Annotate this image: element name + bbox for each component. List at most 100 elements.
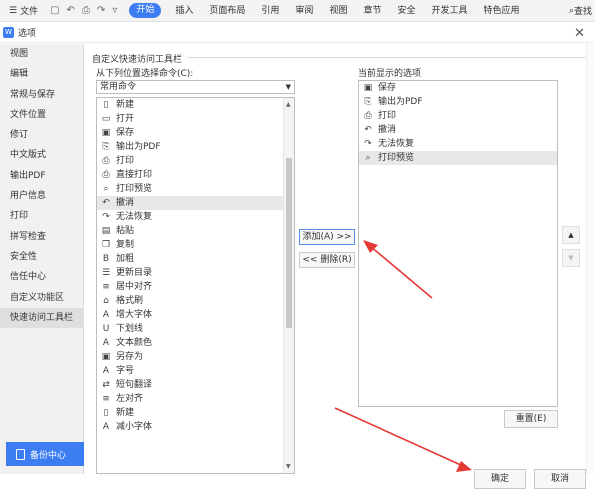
sidebar-item-4[interactable]: 修订 [0,125,83,145]
format-painter-icon: ⌂ [103,296,109,306]
command-row[interactable]: ⌕ 打印预览 [97,182,294,196]
command-row[interactable]: ↶ 撤消 [97,196,294,210]
command-row[interactable]: A 字号 [97,364,294,378]
font-color-icon: A [102,338,110,348]
print-preview-icon: ⌕ [365,153,371,163]
scroll-thumb[interactable] [286,158,292,328]
sidebar-item-3[interactable]: 文件位置 [0,105,83,125]
command-row[interactable]: ▯ 新建 [97,406,294,420]
sidebar-item-12[interactable]: 自定义功能区 [0,288,83,308]
save-as-icon: ▣ [101,352,111,362]
scroll-up-icon[interactable]: ▲ [286,101,291,108]
backup-center-button[interactable]: 备份中心 [6,442,84,466]
align-center-icon: ≡ [102,282,110,292]
print-icon[interactable]: ⎙ [82,5,90,16]
new-doc-icon: ▯ [103,408,109,418]
command-row[interactable]: ❐ 复制 [97,238,294,252]
command-row[interactable]: ▣ 保存 [97,126,294,140]
command-row[interactable]: A 减小字体 [97,420,294,434]
command-row[interactable]: ≡ 左对齐 [97,392,294,406]
ribbon-tab-7[interactable]: 安全 [389,0,423,21]
command-row[interactable]: A 增大字体 [97,308,294,322]
command-label: 新建 [116,100,135,110]
command-label: 打印 [116,156,135,166]
current-items-label: 当前显示的选项 [358,69,422,79]
app-icon: W [3,27,14,38]
sidebar-item-10[interactable]: 安全性 [0,247,83,267]
command-row[interactable]: ⎘ 输出为PDF [97,140,294,154]
scroll-down-icon[interactable]: ▼ [286,463,291,470]
command-row[interactable]: ▣ 另存为 [97,350,294,364]
customize-icon[interactable]: ▿ [112,5,117,16]
close-icon[interactable]: ✕ [574,26,585,41]
current-item-label: 撤消 [378,125,397,135]
sidebar-item-9[interactable]: 拼写检查 [0,227,83,247]
grow-font-icon: A [102,310,110,320]
commands-scrollbar[interactable]: ▲ ▼ [283,98,294,473]
command-row[interactable]: ⇄ 短句翻译 [97,378,294,392]
command-row[interactable]: ≡ 居中对齐 [97,280,294,294]
current-item-row[interactable]: ⎙ 打印 [359,109,557,123]
save-icon[interactable]: ▢ [50,5,59,16]
remove-button[interactable]: << 删除(R) [299,252,355,268]
undo-icon[interactable]: ↶ [67,5,75,16]
command-row[interactable]: ☰ 更新目录 [97,266,294,280]
ribbon-tab-0[interactable]: 开始 [129,3,162,18]
sidebar-item-0[interactable]: 视图 [0,44,83,64]
move-down-button[interactable]: ▼ [562,249,580,267]
print-preview-icon: ⌕ [103,184,109,194]
command-row[interactable]: U 下划线 [97,322,294,336]
command-label: 居中对齐 [116,282,153,292]
ribbon-tab-5[interactable]: 视图 [321,0,355,21]
ribbon-tab-9[interactable]: 特色应用 [476,0,528,21]
ribbon-tab-6[interactable]: 章节 [355,0,389,21]
reset-button[interactable]: 重置(E) [504,410,558,428]
command-row[interactable]: ⎙ 打印 [97,154,294,168]
ribbon-tab-8[interactable]: 开发工具 [423,0,475,21]
update-toc-icon: ☰ [101,268,111,278]
current-items-list[interactable]: ▣ 保存 ⎘ 输出为PDF ⎙ 打印 ↶ 撤消 ↷ 无法恢复 ⌕ 打印预览 [358,80,558,407]
bold-icon: B [102,254,110,264]
move-up-button[interactable]: ▲ [562,226,580,244]
command-row[interactable]: ▤ 粘贴 [97,224,294,238]
command-row[interactable]: ↷ 无法恢复 [97,210,294,224]
current-item-row[interactable]: ⌕ 打印预览 [359,151,557,165]
available-commands-list[interactable]: ▯ 新建 ▭ 打开 ▣ 保存 ⎘ 输出为PDF ⎙ 打印 ⎙ 直接打印 ⌕ 打印预览 ↶ 撤消 ↷ 无法恢复 ▤ 粘贴… [96,97,295,474]
ribbon-tab-4[interactable]: 审阅 [287,0,321,21]
add-button[interactable]: 添加(A) >> [299,229,355,245]
sidebar-item-11[interactable]: 信任中心 [0,267,83,287]
command-row[interactable]: ⎙ 直接打印 [97,168,294,182]
quick-access-toolbar: ▢ ↶ ⎙ ↷ ▿ [44,5,123,16]
command-row[interactable]: ▯ 新建 [97,98,294,112]
command-label: 粘贴 [116,226,135,236]
sidebar-item-6[interactable]: 输出PDF [0,166,83,186]
redo-icon[interactable]: ↷ [97,5,105,16]
command-source-select[interactable]: 常用命令 ▼ [96,80,295,94]
sidebar-item-13[interactable]: 快速访问工具栏 [0,307,83,329]
sidebar-item-5[interactable]: 中文版式 [0,145,83,165]
ribbon-tab-1[interactable]: 插入 [167,0,201,21]
ribbon-tabs: 开始 插入 页面布局 引用 审阅 视图 章节 安全 开发工具 特色应用 [123,0,528,21]
cancel-button[interactable]: 取消 [534,469,586,489]
command-label: 短句翻译 [116,380,153,390]
ribbon-tab-2[interactable]: 页面布局 [201,0,253,21]
ok-button[interactable]: 确定 [474,469,526,489]
current-item-row[interactable]: ▣ 保存 [359,81,557,95]
sidebar-item-8[interactable]: 打印 [0,206,83,226]
command-label: 加粗 [116,254,135,264]
file-menu[interactable]: ☰ 文件 [0,0,44,21]
search-box[interactable]: ⌕ 查找 [569,4,595,18]
shrink-font-icon: A [102,422,110,432]
command-row[interactable]: A 文本颜色 [97,336,294,350]
current-item-row[interactable]: ↷ 无法恢复 [359,137,557,151]
command-row[interactable]: B 加粗 [97,252,294,266]
sidebar-item-2[interactable]: 常规与保存 [0,85,83,105]
command-row[interactable]: ▭ 打开 [97,112,294,126]
sidebar-item-1[interactable]: 编辑 [0,64,83,84]
current-item-row[interactable]: ⎘ 输出为PDF [359,95,557,109]
command-row[interactable]: ⌂ 格式刷 [97,294,294,308]
current-item-row[interactable]: ↶ 撤消 [359,123,557,137]
ribbon-tab-3[interactable]: 引用 [253,0,287,21]
command-label: 另存为 [116,352,144,362]
sidebar-item-7[interactable]: 用户信息 [0,186,83,206]
